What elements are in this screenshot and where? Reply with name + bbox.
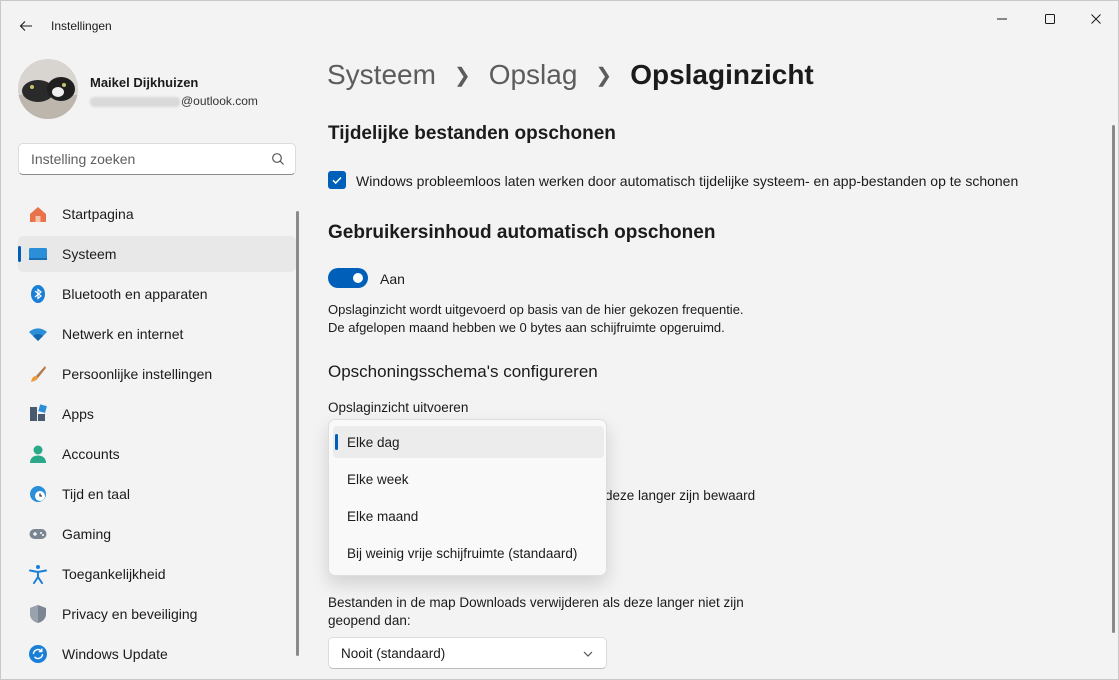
back-arrow-icon <box>19 21 32 31</box>
sidebar-item-label: Startpagina <box>62 206 134 222</box>
user-email: @outlook.com <box>90 94 258 108</box>
breadcrumb: Systeem ❯ Opslag ❯ Opslaginzicht <box>327 59 814 91</box>
downloads-dropdown-value: Nooit (standaard) <box>341 646 446 661</box>
downloads-label-line-1: Bestanden in de map Downloads verwijdere… <box>328 595 744 610</box>
search-icon[interactable] <box>271 152 285 166</box>
apps-icon <box>30 404 47 421</box>
main-scrollbar[interactable] <box>1112 125 1115 633</box>
sidebar-item-gaming[interactable]: Gaming <box>18 516 296 552</box>
temp-files-checkbox-label[interactable]: Windows probleemloos laten werken door a… <box>356 173 1018 189</box>
home-icon <box>30 207 46 222</box>
email-redacted <box>90 96 180 107</box>
run-storage-sense-label: Opslaginzicht uitvoeren <box>328 400 469 415</box>
description-line-1: Opslaginzicht wordt uitgevoerd op basis … <box>328 302 744 317</box>
sidebar-item-label: Systeem <box>62 246 117 262</box>
sidebar-item-startpagina[interactable]: Startpagina <box>18 196 296 232</box>
sidebar-item-persoonlijk[interactable]: Persoonlijke instellingen <box>18 356 296 392</box>
sidebar-item-label: Persoonlijke instellingen <box>62 366 213 382</box>
downloads-label-line-2: geopend dan: <box>328 613 411 628</box>
sidebar-item-bluetooth[interactable]: Bluetooth en apparaten <box>18 276 296 312</box>
toggle-knob <box>353 273 363 283</box>
checkmark-icon <box>332 176 342 185</box>
profile-photo <box>18 59 78 119</box>
gamepad-icon <box>29 529 47 539</box>
maximize-icon <box>1045 14 1055 24</box>
sidebar-item-tijd[interactable]: Tijd en taal <box>18 476 296 512</box>
toggle-state-label: Aan <box>380 271 405 287</box>
minimize-button[interactable] <box>979 7 1025 31</box>
sidebar-item-accounts[interactable]: Accounts <box>18 436 296 472</box>
avatar[interactable] <box>18 59 78 119</box>
back-button[interactable] <box>13 13 39 39</box>
sidebar-item-systeem[interactable]: Systeem <box>18 236 296 272</box>
auto-cleanup-toggle[interactable] <box>328 268 368 288</box>
sidebar-item-toegankelijkheid[interactable]: Toegankelijkheid <box>18 556 296 592</box>
option-elke-maand[interactable]: Elke maand <box>333 500 604 532</box>
accessibility-icon <box>29 565 47 584</box>
email-domain: @outlook.com <box>181 94 258 108</box>
bluetooth-icon <box>31 285 45 303</box>
sidebar-item-privacy[interactable]: Privacy en beveiliging <box>18 596 296 632</box>
settings-window: Instellingen Maikel Dijkhuizen @outlook.… <box>0 0 1119 680</box>
sidebar-item-label: Accounts <box>62 446 120 462</box>
breadcrumb-opslag[interactable]: Opslag <box>489 59 578 91</box>
user-name: Maikel Dijkhuizen <box>90 75 199 90</box>
temp-files-checkbox[interactable] <box>328 171 346 189</box>
sidebar-item-label: Toegankelijkheid <box>62 566 166 582</box>
option-low-disk-space[interactable]: Bij weinig vrije schijfruimte (standaard… <box>333 537 604 569</box>
run-frequency-flyout: Elke dag Elke week Elke maand Bij weinig… <box>328 419 607 576</box>
sidebar-scrollbar[interactable] <box>296 211 299 656</box>
clock-globe-icon <box>30 486 46 502</box>
sidebar-item-label: Apps <box>62 406 94 422</box>
downloads-dropdown[interactable]: Nooit (standaard) <box>328 637 607 669</box>
page-title: Opslaginzicht <box>630 59 814 90</box>
maximize-button[interactable] <box>1027 7 1073 31</box>
chevron-right-icon: ❯ <box>595 64 613 87</box>
sidebar-item-windows-update[interactable]: Windows Update <box>18 636 296 672</box>
option-label: Bij weinig vrije schijfruimte (standaard… <box>347 545 578 561</box>
minimize-icon <box>997 18 1007 20</box>
sidebar-item-label: Netwerk en internet <box>62 326 184 342</box>
chevron-down-icon <box>583 651 593 657</box>
app-title: Instellingen <box>51 19 112 33</box>
sidebar-nav: Startpagina Systeem Bluetooth en apparat… <box>18 196 296 676</box>
option-label: Elke dag <box>347 434 400 450</box>
description-line-2: De afgelopen maand hebben we 0 bytes aan… <box>328 320 725 335</box>
sidebar-item-label: Windows Update <box>62 646 168 662</box>
search-input[interactable] <box>29 150 263 168</box>
sidebar-item-label: Tijd en taal <box>62 486 130 502</box>
section-heading-temp-files: Tijdelijke bestanden opschonen <box>328 123 616 144</box>
person-icon <box>30 445 46 463</box>
option-elke-dag[interactable]: Elke dag <box>333 426 604 458</box>
option-label: Elke maand <box>347 508 419 524</box>
option-label: Elke week <box>347 471 409 487</box>
sidebar-item-label: Gaming <box>62 526 112 542</box>
sidebar-item-netwerk[interactable]: Netwerk en internet <box>18 316 296 352</box>
wifi-icon <box>29 328 47 341</box>
sidebar-item-label: Privacy en beveiliging <box>62 606 198 622</box>
sidebar-item-label: Bluetooth en apparaten <box>62 286 208 302</box>
system-monitor-icon <box>29 248 47 260</box>
search-box[interactable] <box>18 143 296 175</box>
sidebar-item-apps[interactable]: Apps <box>18 396 296 432</box>
option-elke-week[interactable]: Elke week <box>333 463 604 495</box>
shield-icon <box>30 605 46 623</box>
update-icon <box>29 645 47 663</box>
section-heading-schedule: Opschoningsschema's configureren <box>328 362 598 381</box>
section-heading-user-content: Gebruikersinhoud automatisch opschonen <box>328 222 716 243</box>
paintbrush-icon <box>31 366 46 382</box>
chevron-right-icon: ❯ <box>453 64 471 87</box>
breadcrumb-systeem[interactable]: Systeem <box>327 59 436 91</box>
close-icon <box>1091 14 1101 24</box>
close-button[interactable] <box>1073 7 1118 31</box>
title-bar: Instellingen <box>1 1 1118 51</box>
recycle-bin-label-partial: deze langer zijn bewaard <box>605 488 756 503</box>
